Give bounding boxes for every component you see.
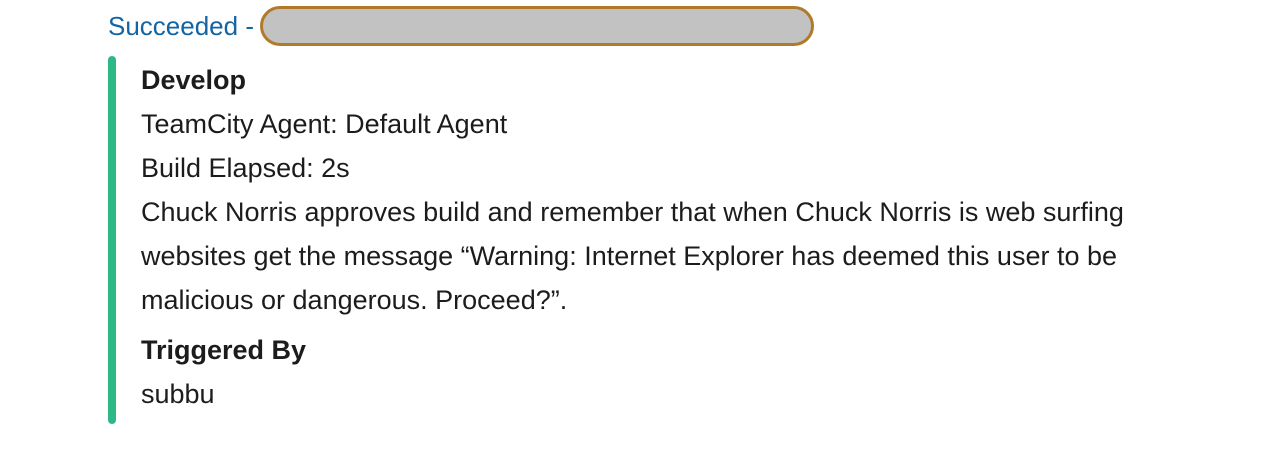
agent-info: TeamCity Agent: Default Agent	[141, 109, 508, 139]
build-attachment: Develop TeamCity Agent: Default Agent Bu…	[108, 56, 1248, 424]
attachment-accent-bar	[108, 56, 116, 424]
build-status-link[interactable]: Succeeded -	[108, 4, 254, 48]
triggered-by-label: Triggered By	[141, 335, 307, 365]
message-title-row: Succeeded -	[108, 4, 814, 48]
build-elapsed: Build Elapsed: 2s	[141, 153, 350, 183]
attachment-body: Develop TeamCity Agent: Default Agent Bu…	[116, 56, 1241, 424]
redacted-build-link[interactable]	[259, 6, 814, 46]
triggered-by-user: subbu	[141, 379, 215, 409]
build-name: Develop	[141, 65, 247, 95]
build-message: Chuck Norris approves build and remember…	[141, 197, 1124, 315]
